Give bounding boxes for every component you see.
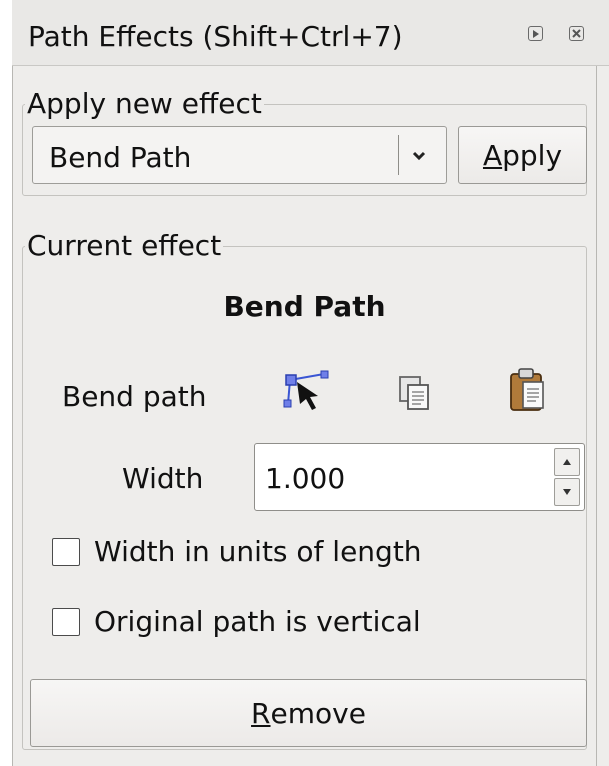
edit-path-icon[interactable] [280, 370, 332, 420]
width-in-units-checkbox[interactable] [52, 538, 80, 566]
spin-buttons [554, 448, 580, 506]
close-icon[interactable] [569, 26, 584, 41]
spin-down-icon[interactable] [554, 478, 580, 506]
chevron-down-icon[interactable] [412, 147, 426, 166]
dialog-title-bar: Path Effects (Shift+Ctrl+7) [12, 0, 609, 66]
bend-path-label: Bend path [62, 380, 207, 413]
dialog-title: Path Effects (Shift+Ctrl+7) [28, 20, 403, 53]
apply-new-effect-legend: Apply new effect [27, 87, 262, 120]
apply-button[interactable]: Apply [458, 126, 587, 184]
dock-icon[interactable] [528, 26, 543, 41]
copy-path-icon[interactable] [397, 374, 433, 416]
current-effect-name: Bend Path [223, 290, 386, 323]
width-in-units-label: Width in units of length [94, 535, 422, 568]
spin-up-icon[interactable] [554, 448, 580, 476]
remove-accel: R [251, 696, 271, 730]
paste-path-icon[interactable] [508, 367, 548, 417]
combo-separator [398, 135, 399, 175]
remove-label: emove [270, 696, 366, 730]
path-effects-dialog: Path Effects (Shift+Ctrl+7) Apply new ef… [12, 0, 609, 766]
effect-select[interactable]: Bend Path [32, 126, 447, 184]
effect-select-value: Bend Path [49, 141, 192, 174]
apply-accel: A [482, 138, 503, 172]
original-path-vertical-checkbox[interactable] [52, 608, 80, 636]
remove-button[interactable]: Remove [30, 679, 587, 747]
apply-label: pply [502, 138, 563, 172]
width-label: Width [122, 462, 204, 495]
width-value: 1.000 [265, 462, 346, 495]
width-spinbox[interactable]: 1.000 [254, 443, 585, 511]
current-effect-legend: Current effect [27, 229, 222, 262]
original-path-vertical-label: Original path is vertical [94, 605, 421, 638]
